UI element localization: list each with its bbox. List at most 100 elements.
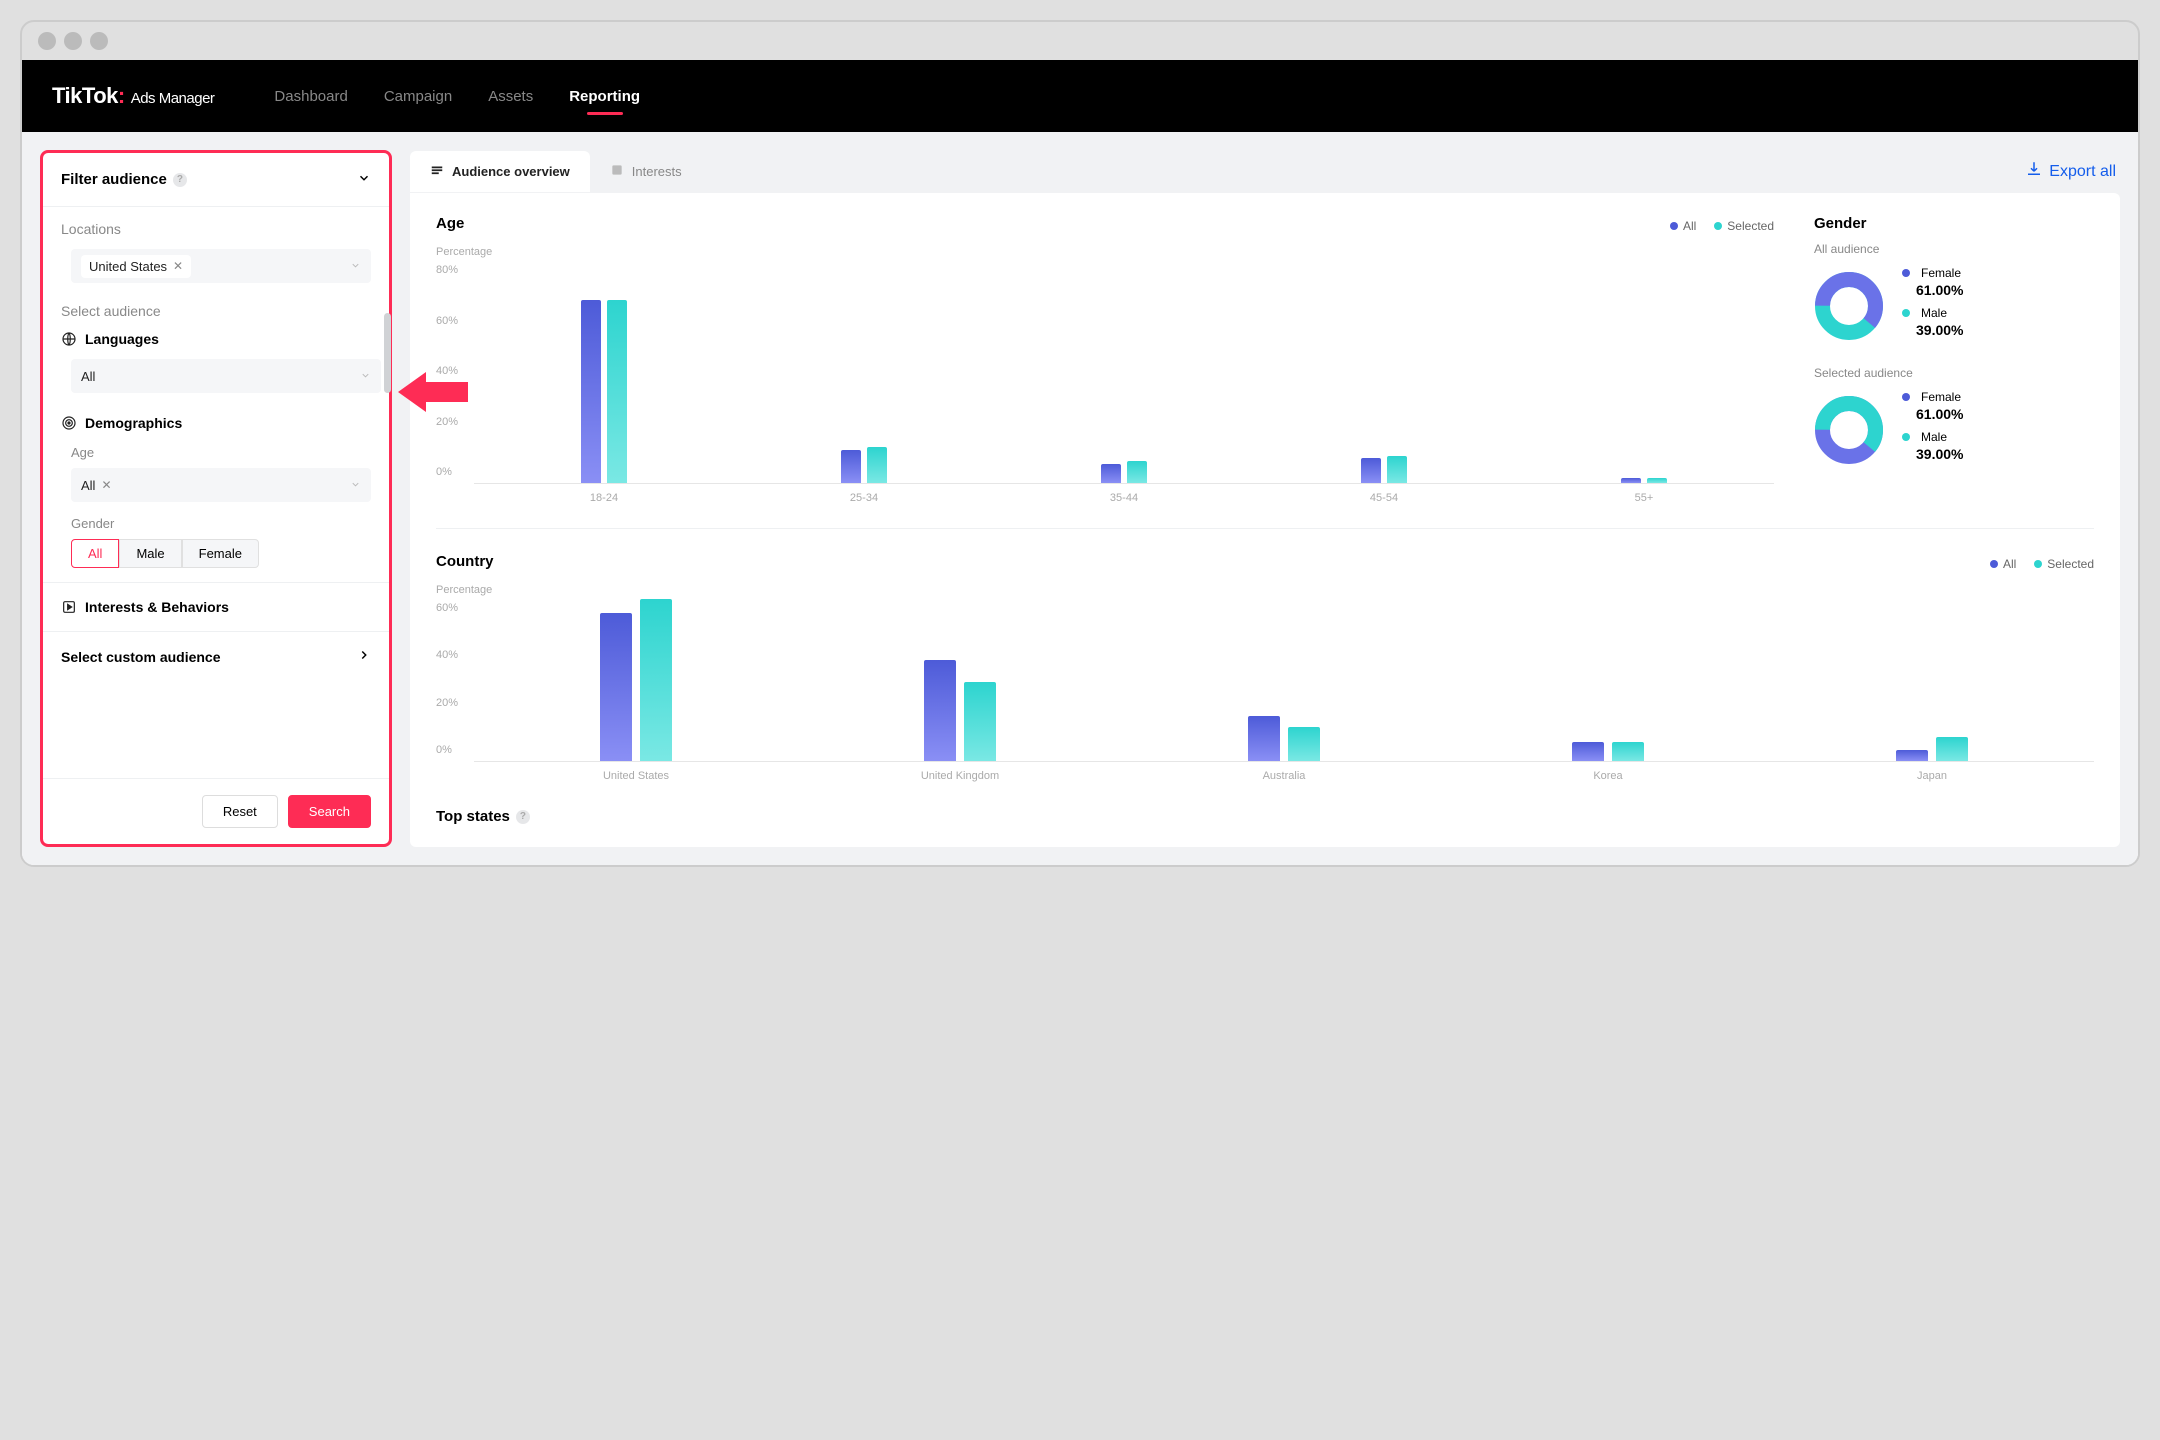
gender-male-label-2: Male [1921, 430, 1947, 444]
sidebar-header[interactable]: Filter audience ? [43, 153, 389, 207]
top-states-title: Top states ? [436, 808, 2094, 825]
select-audience-label: Select audience [61, 303, 371, 319]
bar-group [474, 264, 734, 483]
bar [607, 300, 627, 483]
bar [1387, 456, 1407, 483]
gender-female-pct-2: 61.00% [1916, 406, 1963, 422]
reset-button[interactable]: Reset [202, 795, 278, 828]
bar [640, 599, 672, 761]
gender-sel-label: Selected audience [1814, 366, 2094, 380]
chevron-down-icon [350, 478, 361, 493]
gender-female-pct: 61.00% [1916, 282, 1963, 298]
gender-panel: Gender All audience Female [1814, 215, 2094, 504]
country-ylabel: Percentage [436, 584, 2094, 596]
custom-audience-row[interactable]: Select custom audience [43, 631, 389, 681]
brand-name: TikTok [52, 83, 118, 109]
bar-group [734, 264, 994, 483]
nav-tab-dashboard[interactable]: Dashboard [274, 64, 347, 129]
gender-segmented: AllMaleFemale [71, 539, 371, 568]
tab-audience-overview[interactable]: Audience overview [410, 151, 590, 192]
interests-label: Interests & Behaviors [85, 599, 229, 615]
x-tick: 18-24 [474, 484, 734, 504]
age-ylabel: Percentage [436, 246, 1774, 258]
bar [1361, 458, 1381, 483]
x-tick: Japan [1770, 762, 2094, 782]
nav-tab-reporting[interactable]: Reporting [569, 64, 640, 129]
age-plot [474, 264, 1774, 484]
gender-male-label: Male [1921, 306, 1947, 320]
bar [1621, 478, 1641, 483]
close-icon[interactable]: ✕ [173, 259, 183, 273]
brand-subtitle: Ads Manager [131, 90, 215, 107]
locations-select[interactable]: United States ✕ [71, 249, 371, 283]
sidebar-title: Filter audience [61, 171, 167, 188]
close-icon[interactable]: ✕ [101, 478, 111, 492]
bar [1127, 461, 1147, 483]
nav-tab-assets[interactable]: Assets [488, 64, 533, 129]
languages-label: Languages [85, 331, 159, 347]
bar [1612, 742, 1644, 761]
tab-interests[interactable]: Interests [590, 151, 702, 192]
demographics-label: Demographics [85, 415, 182, 431]
chevron-down-icon [360, 369, 371, 384]
bar [581, 300, 601, 483]
custom-audience-label: Select custom audience [61, 649, 221, 665]
chevron-right-icon [357, 648, 371, 665]
country-title: Country [436, 553, 494, 570]
help-icon[interactable]: ? [173, 173, 187, 187]
top-states-label: Top states [436, 808, 510, 825]
export-all-link[interactable]: Export all [2021, 150, 2120, 193]
x-tick: Korea [1446, 762, 1770, 782]
legend-all-2: All [2003, 557, 2016, 571]
bar [1572, 742, 1604, 761]
age-value: All [81, 478, 95, 493]
gender-option-female[interactable]: Female [182, 539, 259, 568]
gender-male-pct: 39.00% [1916, 322, 1963, 338]
x-tick: 35-44 [994, 484, 1254, 504]
nav-tab-campaign[interactable]: Campaign [384, 64, 452, 129]
help-icon[interactable]: ? [516, 810, 530, 824]
gender-option-male[interactable]: Male [119, 539, 181, 568]
filter-sidebar: Filter audience ? Locations United State… [40, 150, 392, 847]
nav-tabs: Dashboard Campaign Assets Reporting [274, 64, 640, 129]
bar [1288, 727, 1320, 761]
country-panel: Country All Selected Percentage 60%40%20… [436, 553, 2094, 782]
browser-titlebar [22, 22, 2138, 60]
traffic-light-dot [38, 32, 56, 50]
age-panel: Age All Selected Percentage 80%60%40%20%… [436, 215, 1774, 504]
brand-colon: : [118, 83, 125, 109]
export-label: Export all [2049, 163, 2116, 181]
search-button[interactable]: Search [288, 795, 371, 828]
download-icon [2025, 160, 2043, 183]
scrollbar-thumb[interactable] [384, 313, 391, 393]
gender-all-donut [1814, 271, 1884, 341]
bar [600, 613, 632, 761]
x-tick: 55+ [1514, 484, 1774, 504]
age-select[interactable]: All ✕ [71, 468, 371, 502]
interests-behaviors-row[interactable]: Interests & Behaviors [43, 582, 389, 631]
brand-logo: TikTok: Ads Manager [52, 83, 214, 109]
gender-option-all[interactable]: All [71, 539, 119, 568]
bar [1896, 750, 1928, 761]
bar [1248, 716, 1280, 761]
globe-icon [61, 331, 77, 347]
main-tabs: Audience overviewInterests Export all [410, 150, 2120, 193]
languages-select[interactable]: All [71, 359, 381, 393]
chevron-down-icon[interactable] [357, 171, 371, 188]
report-card: Age All Selected Percentage 80%60%40%20%… [410, 193, 2120, 847]
gender-male-pct-2: 39.00% [1916, 446, 1963, 462]
gender-all-label: All audience [1814, 242, 2094, 256]
bar [1936, 737, 1968, 761]
bar-group [798, 602, 1122, 761]
x-tick: 25-34 [734, 484, 994, 504]
gender-title: Gender [1814, 215, 2094, 232]
bar-group [994, 264, 1254, 483]
bar [924, 660, 956, 761]
bar [841, 450, 861, 483]
gender-female-label-2: Female [1921, 390, 1961, 404]
country-x-labels: United StatesUnited KingdomAustraliaKore… [474, 762, 2094, 782]
legend-selected-2: Selected [2047, 557, 2094, 571]
location-chip: United States ✕ [81, 255, 191, 278]
country-y-axis: 60%40%20%0% [436, 602, 474, 762]
tab-icon [430, 163, 444, 180]
